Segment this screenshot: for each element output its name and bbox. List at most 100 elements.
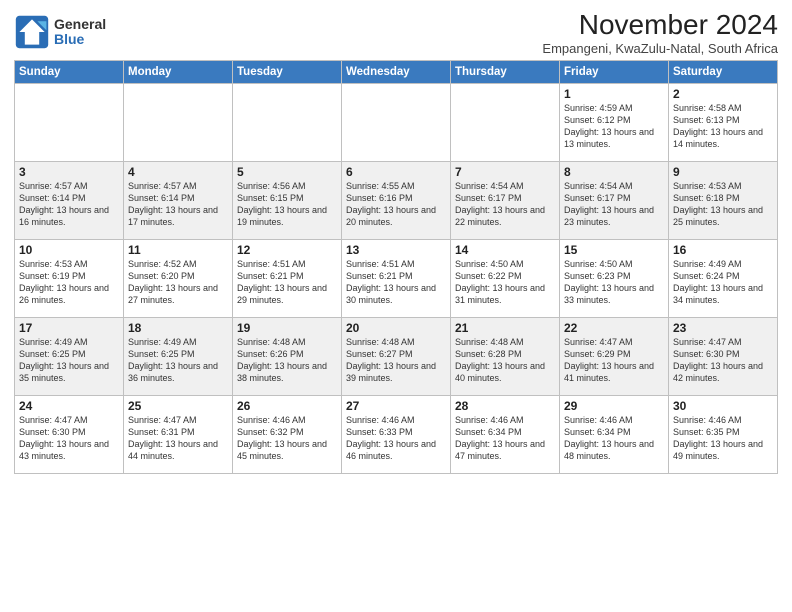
calendar-cell: 18Sunrise: 4:49 AM Sunset: 6:25 PM Dayli…: [124, 317, 233, 395]
day-number: 30: [673, 399, 773, 413]
day-info: Sunrise: 4:51 AM Sunset: 6:21 PM Dayligh…: [346, 258, 446, 307]
header-friday: Friday: [560, 60, 669, 83]
day-number: 11: [128, 243, 228, 257]
day-info: Sunrise: 4:49 AM Sunset: 6:24 PM Dayligh…: [673, 258, 773, 307]
day-number: 6: [346, 165, 446, 179]
calendar-cell: 27Sunrise: 4:46 AM Sunset: 6:33 PM Dayli…: [342, 395, 451, 473]
calendar-week-1: 1Sunrise: 4:59 AM Sunset: 6:12 PM Daylig…: [15, 83, 778, 161]
page: General Blue November 2024 Empangeni, Kw…: [0, 0, 792, 612]
day-number: 21: [455, 321, 555, 335]
calendar-table: Sunday Monday Tuesday Wednesday Thursday…: [14, 60, 778, 474]
day-info: Sunrise: 4:55 AM Sunset: 6:16 PM Dayligh…: [346, 180, 446, 229]
day-info: Sunrise: 4:53 AM Sunset: 6:18 PM Dayligh…: [673, 180, 773, 229]
day-number: 27: [346, 399, 446, 413]
day-info: Sunrise: 4:50 AM Sunset: 6:22 PM Dayligh…: [455, 258, 555, 307]
day-info: Sunrise: 4:58 AM Sunset: 6:13 PM Dayligh…: [673, 102, 773, 151]
calendar-cell: 4Sunrise: 4:57 AM Sunset: 6:14 PM Daylig…: [124, 161, 233, 239]
calendar-cell: 7Sunrise: 4:54 AM Sunset: 6:17 PM Daylig…: [451, 161, 560, 239]
calendar-cell: 15Sunrise: 4:50 AM Sunset: 6:23 PM Dayli…: [560, 239, 669, 317]
day-number: 18: [128, 321, 228, 335]
day-info: Sunrise: 4:51 AM Sunset: 6:21 PM Dayligh…: [237, 258, 337, 307]
calendar-cell: 20Sunrise: 4:48 AM Sunset: 6:27 PM Dayli…: [342, 317, 451, 395]
day-info: Sunrise: 4:48 AM Sunset: 6:28 PM Dayligh…: [455, 336, 555, 385]
day-number: 12: [237, 243, 337, 257]
logo: General Blue: [14, 14, 106, 50]
day-number: 19: [237, 321, 337, 335]
day-info: Sunrise: 4:54 AM Sunset: 6:17 PM Dayligh…: [564, 180, 664, 229]
calendar-week-4: 17Sunrise: 4:49 AM Sunset: 6:25 PM Dayli…: [15, 317, 778, 395]
calendar-cell: [124, 83, 233, 161]
day-number: 16: [673, 243, 773, 257]
calendar-cell: 25Sunrise: 4:47 AM Sunset: 6:31 PM Dayli…: [124, 395, 233, 473]
calendar-cell: 8Sunrise: 4:54 AM Sunset: 6:17 PM Daylig…: [560, 161, 669, 239]
day-info: Sunrise: 4:48 AM Sunset: 6:27 PM Dayligh…: [346, 336, 446, 385]
day-info: Sunrise: 4:49 AM Sunset: 6:25 PM Dayligh…: [128, 336, 228, 385]
calendar-cell: 26Sunrise: 4:46 AM Sunset: 6:32 PM Dayli…: [233, 395, 342, 473]
calendar-cell: 5Sunrise: 4:56 AM Sunset: 6:15 PM Daylig…: [233, 161, 342, 239]
day-number: 15: [564, 243, 664, 257]
day-number: 25: [128, 399, 228, 413]
header-tuesday: Tuesday: [233, 60, 342, 83]
day-info: Sunrise: 4:46 AM Sunset: 6:33 PM Dayligh…: [346, 414, 446, 463]
day-number: 3: [19, 165, 119, 179]
calendar-body: 1Sunrise: 4:59 AM Sunset: 6:12 PM Daylig…: [15, 83, 778, 473]
header-thursday: Thursday: [451, 60, 560, 83]
calendar-cell: [15, 83, 124, 161]
day-info: Sunrise: 4:57 AM Sunset: 6:14 PM Dayligh…: [128, 180, 228, 229]
calendar-cell: 11Sunrise: 4:52 AM Sunset: 6:20 PM Dayli…: [124, 239, 233, 317]
day-info: Sunrise: 4:54 AM Sunset: 6:17 PM Dayligh…: [455, 180, 555, 229]
day-info: Sunrise: 4:46 AM Sunset: 6:34 PM Dayligh…: [564, 414, 664, 463]
day-number: 22: [564, 321, 664, 335]
calendar-cell: 13Sunrise: 4:51 AM Sunset: 6:21 PM Dayli…: [342, 239, 451, 317]
day-number: 28: [455, 399, 555, 413]
day-number: 29: [564, 399, 664, 413]
calendar-cell: 19Sunrise: 4:48 AM Sunset: 6:26 PM Dayli…: [233, 317, 342, 395]
day-number: 8: [564, 165, 664, 179]
header-monday: Monday: [124, 60, 233, 83]
calendar-cell: 1Sunrise: 4:59 AM Sunset: 6:12 PM Daylig…: [560, 83, 669, 161]
day-number: 5: [237, 165, 337, 179]
day-number: 1: [564, 87, 664, 101]
calendar-cell: 28Sunrise: 4:46 AM Sunset: 6:34 PM Dayli…: [451, 395, 560, 473]
calendar-cell: 3Sunrise: 4:57 AM Sunset: 6:14 PM Daylig…: [15, 161, 124, 239]
header-saturday: Saturday: [669, 60, 778, 83]
day-info: Sunrise: 4:47 AM Sunset: 6:29 PM Dayligh…: [564, 336, 664, 385]
day-number: 14: [455, 243, 555, 257]
calendar-cell: 2Sunrise: 4:58 AM Sunset: 6:13 PM Daylig…: [669, 83, 778, 161]
day-number: 9: [673, 165, 773, 179]
calendar-cell: 24Sunrise: 4:47 AM Sunset: 6:30 PM Dayli…: [15, 395, 124, 473]
day-number: 23: [673, 321, 773, 335]
day-info: Sunrise: 4:47 AM Sunset: 6:30 PM Dayligh…: [19, 414, 119, 463]
main-title: November 2024: [542, 10, 778, 41]
day-number: 7: [455, 165, 555, 179]
day-info: Sunrise: 4:53 AM Sunset: 6:19 PM Dayligh…: [19, 258, 119, 307]
day-number: 4: [128, 165, 228, 179]
title-block: November 2024 Empangeni, KwaZulu-Natal, …: [542, 10, 778, 56]
day-info: Sunrise: 4:56 AM Sunset: 6:15 PM Dayligh…: [237, 180, 337, 229]
calendar-cell: 22Sunrise: 4:47 AM Sunset: 6:29 PM Dayli…: [560, 317, 669, 395]
day-info: Sunrise: 4:46 AM Sunset: 6:35 PM Dayligh…: [673, 414, 773, 463]
logo-icon: [14, 14, 50, 50]
day-number: 24: [19, 399, 119, 413]
subtitle: Empangeni, KwaZulu-Natal, South Africa: [542, 41, 778, 56]
day-info: Sunrise: 4:59 AM Sunset: 6:12 PM Dayligh…: [564, 102, 664, 151]
day-info: Sunrise: 4:47 AM Sunset: 6:31 PM Dayligh…: [128, 414, 228, 463]
calendar-cell: 12Sunrise: 4:51 AM Sunset: 6:21 PM Dayli…: [233, 239, 342, 317]
day-number: 2: [673, 87, 773, 101]
calendar-cell: 10Sunrise: 4:53 AM Sunset: 6:19 PM Dayli…: [15, 239, 124, 317]
header-sunday: Sunday: [15, 60, 124, 83]
header-row: General Blue November 2024 Empangeni, Kw…: [14, 10, 778, 56]
calendar-cell: [233, 83, 342, 161]
day-info: Sunrise: 4:46 AM Sunset: 6:32 PM Dayligh…: [237, 414, 337, 463]
logo-blue: Blue: [54, 31, 84, 47]
day-number: 10: [19, 243, 119, 257]
calendar-cell: [342, 83, 451, 161]
calendar-cell: 6Sunrise: 4:55 AM Sunset: 6:16 PM Daylig…: [342, 161, 451, 239]
logo-general: General: [54, 16, 106, 32]
day-info: Sunrise: 4:50 AM Sunset: 6:23 PM Dayligh…: [564, 258, 664, 307]
calendar-cell: 14Sunrise: 4:50 AM Sunset: 6:22 PM Dayli…: [451, 239, 560, 317]
calendar-week-2: 3 Sunrise: 4:57 AM Sunset: 6:14 PM Daylig…: [15, 161, 778, 239]
calendar-cell: 23Sunrise: 4:47 AM Sunset: 6:30 PM Dayli…: [669, 317, 778, 395]
calendar-cell: 29Sunrise: 4:46 AM Sunset: 6:34 PM Dayli…: [560, 395, 669, 473]
header-wednesday: Wednesday: [342, 60, 451, 83]
